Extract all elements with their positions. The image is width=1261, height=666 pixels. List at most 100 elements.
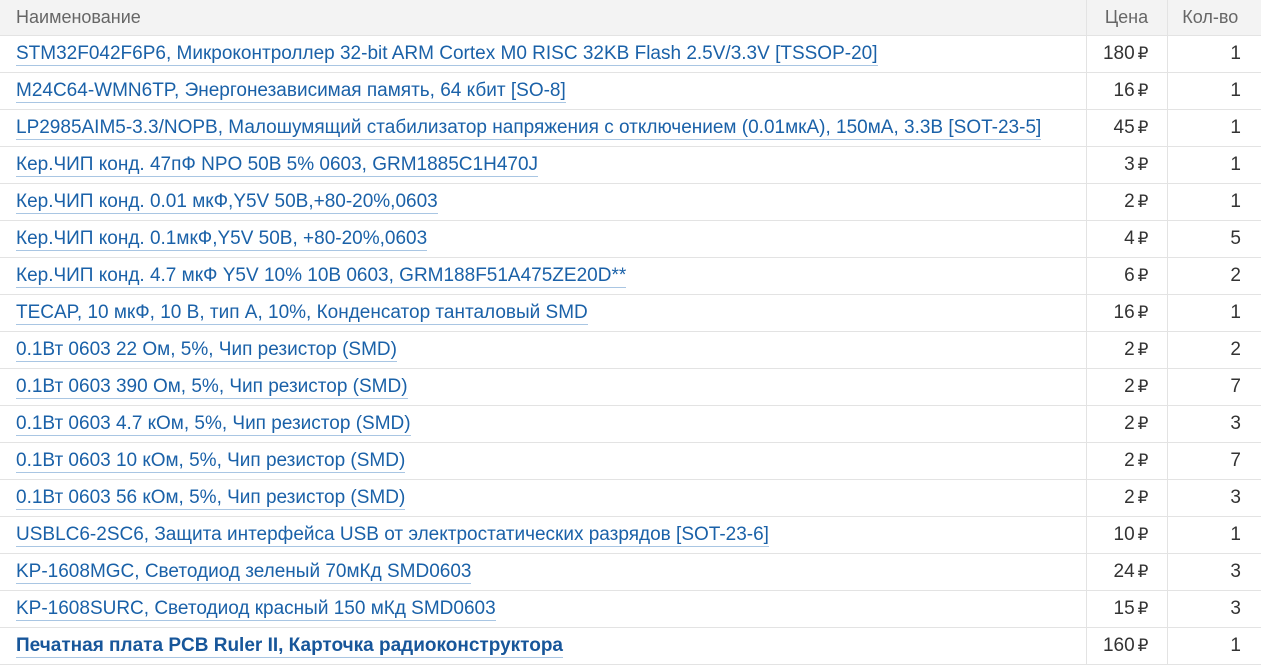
product-name-cell: USBLC6-2SC6, Защита интерфейса USB от эл…: [0, 515, 1087, 554]
table-row: 0.1Вт 0603 22 Ом, 5%, Чип резистор (SMD)…: [0, 330, 1261, 369]
product-link[interactable]: STM32F042F6P6, Микроконтроллер 32-bit AR…: [16, 42, 878, 66]
quantity-cell: 1: [1166, 71, 1261, 110]
ruble-sign: ₽: [1137, 228, 1149, 248]
ruble-sign: ₽: [1137, 339, 1149, 359]
product-link[interactable]: M24C64-WMN6TP, Энергонезависимая память,…: [16, 79, 566, 103]
price-cell: 4 ₽: [1085, 219, 1168, 258]
quantity-cell: 7: [1166, 441, 1261, 480]
product-link[interactable]: LP2985AIM5-3.3/NOPB, Малошумящий стабили…: [16, 116, 1042, 140]
table-body: STM32F042F6P6, Микроконтроллер 32-bit AR…: [0, 34, 1261, 665]
price-value: 16: [1113, 301, 1135, 323]
product-link[interactable]: Кер.ЧИП конд. 0.01 мкФ,Y5V 50В,+80-20%,0…: [16, 190, 438, 214]
ruble-sign: ₽: [1137, 635, 1149, 655]
quantity-cell: 1: [1166, 182, 1261, 221]
quantity-cell: 1: [1166, 108, 1261, 147]
ruble-sign: ₽: [1137, 524, 1149, 544]
table-row: Кер.ЧИП конд. 47пФ NPO 50В 5% 0603, GRM1…: [0, 145, 1261, 184]
product-name-cell: M24C64-WMN6TP, Энергонезависимая память,…: [0, 71, 1087, 110]
price-value: 2: [1124, 375, 1135, 397]
price-value: 180: [1102, 42, 1135, 64]
table-row: STM32F042F6P6, Микроконтроллер 32-bit AR…: [0, 34, 1261, 73]
ruble-sign: ₽: [1137, 265, 1149, 285]
table-row: KP-1608SURC, Светодиод красный 150 мКд S…: [0, 589, 1261, 628]
product-link[interactable]: 0.1Вт 0603 10 кОм, 5%, Чип резистор (SMD…: [16, 449, 406, 473]
product-name-cell: 0.1Вт 0603 56 кОм, 5%, Чип резистор (SMD…: [0, 478, 1087, 517]
quantity-cell: 1: [1166, 515, 1261, 554]
quantity-cell: 3: [1166, 478, 1261, 517]
table-row: 0.1Вт 0603 10 кОм, 5%, Чип резистор (SMD…: [0, 441, 1261, 480]
quantity-cell: 5: [1166, 219, 1261, 258]
price-cell: 6 ₽: [1085, 256, 1168, 295]
product-link[interactable]: Кер.ЧИП конд. 0.1мкФ,Y5V 50В, +80-20%,06…: [16, 227, 428, 251]
quantity-cell: 3: [1166, 552, 1261, 591]
table-row: 0.1Вт 0603 4.7 кОм, 5%, Чип резистор (SM…: [0, 404, 1261, 443]
quantity-cell: 2: [1166, 256, 1261, 295]
ruble-sign: ₽: [1137, 376, 1149, 396]
column-header-qty[interactable]: Кол-во: [1166, 0, 1261, 36]
price-value: 2: [1124, 190, 1135, 212]
product-link[interactable]: Кер.ЧИП конд. 47пФ NPO 50В 5% 0603, GRM1…: [16, 153, 539, 177]
product-link[interactable]: USBLC6-2SC6, Защита интерфейса USB от эл…: [16, 523, 769, 547]
product-link[interactable]: 0.1Вт 0603 390 Ом, 5%, Чип резистор (SMD…: [16, 375, 408, 399]
price-value: 2: [1124, 449, 1135, 471]
price-value: 2: [1124, 486, 1135, 508]
quantity-cell: 7: [1166, 367, 1261, 406]
parts-table: Наименование Цена Кол-во STM32F042F6P6, …: [0, 0, 1261, 665]
price-value: 160: [1102, 634, 1135, 656]
product-name-cell: TECAP, 10 мкФ, 10 В, тип А, 10%, Конденс…: [0, 293, 1087, 332]
price-cell: 10 ₽: [1085, 515, 1168, 554]
table-row: Печатная плата PCB Ruler II, Карточка ра…: [0, 626, 1261, 665]
product-link[interactable]: Печатная плата PCB Ruler II, Карточка ра…: [16, 634, 564, 658]
table-row: 0.1Вт 0603 56 кОм, 5%, Чип резистор (SMD…: [0, 478, 1261, 517]
table-row: 0.1Вт 0603 390 Ом, 5%, Чип резистор (SMD…: [0, 367, 1261, 406]
product-link[interactable]: 0.1Вт 0603 22 Ом, 5%, Чип резистор (SMD): [16, 338, 397, 362]
price-cell: 2 ₽: [1085, 367, 1168, 406]
price-value: 45: [1113, 116, 1135, 138]
product-link[interactable]: Кер.ЧИП конд. 4.7 мкФ Y5V 10% 10В 0603, …: [16, 264, 627, 288]
price-value: 2: [1124, 412, 1135, 434]
product-name-cell: 0.1Вт 0603 22 Ом, 5%, Чип резистор (SMD): [0, 330, 1087, 369]
price-value: 2: [1124, 338, 1135, 360]
table-row: KP-1608MGC, Светодиод зеленый 70мКд SMD0…: [0, 552, 1261, 591]
table-row: Кер.ЧИП конд. 4.7 мкФ Y5V 10% 10В 0603, …: [0, 256, 1261, 295]
price-cell: 160 ₽: [1085, 626, 1168, 665]
price-cell: 180 ₽: [1085, 34, 1168, 73]
product-link[interactable]: 0.1Вт 0603 56 кОм, 5%, Чип резистор (SMD…: [16, 486, 406, 510]
column-header-price[interactable]: Цена: [1085, 0, 1168, 36]
product-name-cell: 0.1Вт 0603 10 кОм, 5%, Чип резистор (SMD…: [0, 441, 1087, 480]
column-header-name[interactable]: Наименование: [0, 0, 1087, 36]
ruble-sign: ₽: [1137, 117, 1149, 137]
ruble-sign: ₽: [1137, 154, 1149, 174]
ruble-sign: ₽: [1137, 561, 1149, 581]
table-row: M24C64-WMN6TP, Энергонезависимая память,…: [0, 71, 1261, 110]
price-cell: 3 ₽: [1085, 145, 1168, 184]
quantity-cell: 3: [1166, 404, 1261, 443]
price-cell: 45 ₽: [1085, 108, 1168, 147]
product-link[interactable]: 0.1Вт 0603 4.7 кОм, 5%, Чип резистор (SM…: [16, 412, 411, 436]
price-value: 15: [1113, 597, 1135, 619]
table-row: USBLC6-2SC6, Защита интерфейса USB от эл…: [0, 515, 1261, 554]
product-link[interactable]: TECAP, 10 мкФ, 10 В, тип А, 10%, Конденс…: [16, 301, 588, 325]
price-cell: 15 ₽: [1085, 589, 1168, 628]
price-cell: 2 ₽: [1085, 478, 1168, 517]
ruble-sign: ₽: [1137, 487, 1149, 507]
quantity-cell: 1: [1166, 626, 1261, 665]
ruble-sign: ₽: [1137, 43, 1149, 63]
ruble-sign: ₽: [1137, 80, 1149, 100]
product-link[interactable]: KP-1608MGC, Светодиод зеленый 70мКд SMD0…: [16, 560, 472, 584]
product-name-cell: Кер.ЧИП конд. 4.7 мкФ Y5V 10% 10В 0603, …: [0, 256, 1087, 295]
price-cell: 2 ₽: [1085, 441, 1168, 480]
ruble-sign: ₽: [1137, 450, 1149, 470]
price-value: 24: [1113, 560, 1135, 582]
quantity-cell: 1: [1166, 145, 1261, 184]
quantity-cell: 1: [1166, 34, 1261, 73]
product-name-cell: STM32F042F6P6, Микроконтроллер 32-bit AR…: [0, 34, 1087, 73]
quantity-cell: 1: [1166, 293, 1261, 332]
product-link[interactable]: KP-1608SURC, Светодиод красный 150 мКд S…: [16, 597, 496, 621]
ruble-sign: ₽: [1137, 191, 1149, 211]
price-value: 10: [1113, 523, 1135, 545]
price-cell: 2 ₽: [1085, 330, 1168, 369]
price-cell: 16 ₽: [1085, 293, 1168, 332]
product-name-cell: 0.1Вт 0603 390 Ом, 5%, Чип резистор (SMD…: [0, 367, 1087, 406]
product-name-cell: KP-1608MGC, Светодиод зеленый 70мКд SMD0…: [0, 552, 1087, 591]
